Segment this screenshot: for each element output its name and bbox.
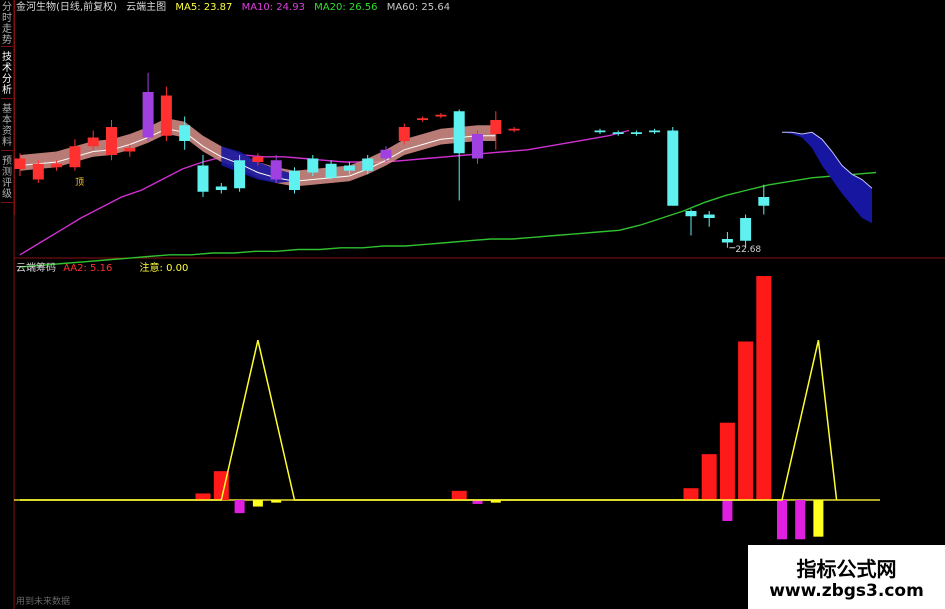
candle-body bbox=[649, 130, 661, 133]
chip-bar bbox=[451, 490, 467, 500]
indicator-name: 云端主图 bbox=[126, 2, 167, 13]
candle-body bbox=[490, 120, 502, 134]
candle-body bbox=[325, 163, 337, 178]
candle-body bbox=[380, 149, 392, 159]
main-chart-header: 金河生物(日线,前复权) 云端主图 MA5: 23.87 MA10: 24.93… bbox=[16, 1, 456, 15]
candle-body bbox=[307, 158, 319, 173]
candle-body bbox=[453, 111, 465, 154]
chip-bar bbox=[738, 341, 754, 500]
candle-body bbox=[289, 170, 300, 190]
candle-body bbox=[612, 132, 624, 134]
candle-body bbox=[179, 125, 191, 141]
candle-body bbox=[740, 218, 752, 241]
chart-canvas: 22.68 顶 bbox=[13, 0, 945, 609]
low-price-label: 22.68 bbox=[735, 245, 761, 255]
candle-body bbox=[69, 146, 81, 168]
ma5-label: MA5: 23.87 bbox=[175, 2, 233, 13]
candle-body bbox=[142, 92, 154, 138]
candle-body bbox=[234, 160, 246, 189]
candle-body bbox=[270, 160, 282, 180]
candle-body bbox=[667, 130, 679, 206]
chip-bar bbox=[683, 488, 699, 500]
stock-name: 金河生物(日线,前复权) bbox=[16, 2, 117, 13]
chip-bar bbox=[756, 275, 772, 500]
chip-bar bbox=[701, 454, 717, 500]
candle-body bbox=[215, 186, 227, 190]
neg-bar bbox=[777, 500, 787, 540]
candle-body bbox=[124, 148, 136, 152]
candle-body bbox=[32, 163, 44, 180]
neg-bar bbox=[813, 500, 824, 537]
ma10-label: MA10: 24.93 bbox=[241, 2, 305, 13]
candle-body bbox=[252, 156, 264, 162]
candle-body bbox=[594, 130, 606, 133]
watermark-url: www.zbgs3.com bbox=[769, 581, 924, 601]
watermark: 指标公式网 www.zbgs3.com bbox=[748, 545, 945, 609]
candle-body bbox=[508, 128, 520, 131]
candle-body bbox=[721, 239, 733, 243]
candle-body bbox=[472, 134, 483, 159]
watermark-title: 指标公式网 bbox=[796, 557, 897, 581]
candle-body bbox=[343, 165, 355, 171]
sub-chart-header: 云端筹码 AA2: 5.16 注意: 0.00 bbox=[16, 262, 188, 276]
candle-body bbox=[685, 211, 697, 217]
chip-bar bbox=[719, 422, 735, 500]
candle-body bbox=[87, 137, 99, 147]
candle-body bbox=[398, 127, 410, 141]
chip-bar bbox=[195, 493, 211, 500]
neg-bar bbox=[722, 500, 733, 521]
neg-bar bbox=[271, 500, 282, 503]
candle-body bbox=[417, 118, 429, 120]
candle-body bbox=[160, 95, 172, 136]
candle-body bbox=[435, 114, 447, 117]
candle-body bbox=[362, 158, 374, 171]
neg-bar bbox=[234, 500, 245, 514]
footer-note: 用到未来数据 bbox=[16, 597, 71, 607]
early-mark-label: 顶 bbox=[75, 177, 84, 188]
neg-bar bbox=[252, 500, 263, 507]
candle-body bbox=[14, 158, 26, 169]
note-label: 注意: 0.00 bbox=[139, 263, 189, 274]
ma60-label: MA60: 25.64 bbox=[386, 2, 451, 13]
candle-body bbox=[106, 127, 117, 155]
sub-indicator-name: 云端筹码 bbox=[16, 263, 56, 274]
candle-body bbox=[197, 165, 209, 192]
aa2-label: AA2: 5.16 bbox=[63, 263, 113, 274]
candle-body bbox=[758, 197, 770, 206]
neg-bar bbox=[795, 500, 806, 540]
candle-body bbox=[630, 132, 642, 134]
candle-body bbox=[51, 163, 63, 168]
ma20-label: MA20: 26.56 bbox=[314, 2, 378, 13]
candle-body bbox=[703, 214, 715, 218]
